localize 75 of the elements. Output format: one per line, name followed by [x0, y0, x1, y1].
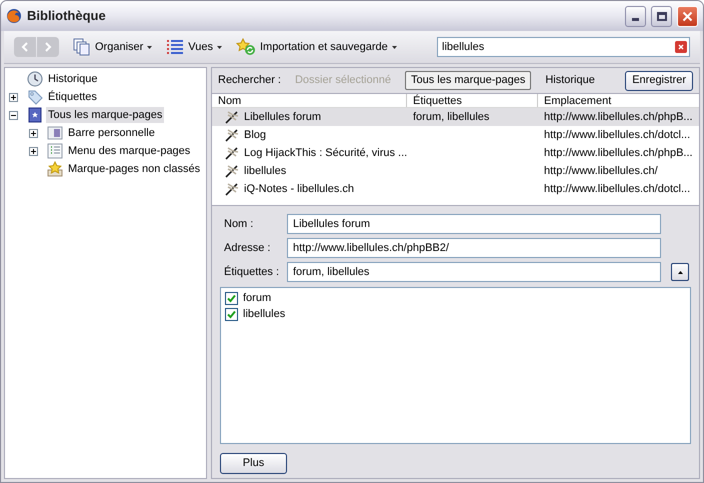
bookmark-book-icon: [27, 107, 43, 123]
table-cell: http://www.libellules.ch/phpB...: [544, 146, 693, 159]
clock-icon: [27, 71, 43, 87]
field-label: Étiquettes :: [223, 264, 280, 280]
input-field[interactable]: Libellules forum: [287, 214, 661, 234]
column-header[interactable]: Étiquettes: [407, 94, 538, 107]
pages-icon: [73, 38, 91, 56]
tree-item[interactable]: Historique: [46, 70, 100, 88]
dragonfly-icon: [224, 127, 240, 143]
expand-toggle[interactable]: [28, 146, 38, 156]
more-button[interactable]: Plus: [220, 452, 287, 474]
input-field[interactable]: http://www.libellules.ch/phpBB2/: [287, 238, 661, 258]
up-arrow-icon: [678, 270, 682, 274]
table-cell: http://www.libellules.ch/: [544, 164, 658, 177]
tag-icon: [27, 89, 43, 105]
column-header[interactable]: Emplacement: [538, 94, 699, 107]
tag-label: forum: [243, 290, 272, 306]
toolbar-menu-button[interactable]: Vues: [188, 38, 222, 56]
checkbox[interactable]: [225, 308, 238, 320]
collapse-tags-button[interactable]: [671, 263, 689, 281]
collapse-toggle[interactable]: [8, 110, 18, 120]
table-cell: forum, libellules: [413, 110, 490, 123]
clear-search-button[interactable]: [675, 41, 687, 53]
toolbar-menu-button[interactable]: Organiser: [95, 38, 152, 56]
dropdown-arrow-icon: [147, 46, 152, 48]
list-view-icon: [166, 39, 184, 55]
tree-item[interactable]: Tous les marque-pages: [46, 106, 164, 124]
dragonfly-icon: [224, 181, 240, 197]
tree-item[interactable]: Barre personnelle: [66, 124, 157, 142]
toolbar-folder-icon: [47, 125, 63, 141]
tree-item[interactable]: Marque-pages non classés: [66, 160, 202, 178]
tag-label: libellules: [243, 306, 286, 322]
tree-item[interactable]: Étiquettes: [46, 88, 99, 106]
scope-option[interactable]: Historique: [539, 71, 601, 90]
table-row[interactable]: libellules http://www.libellules.ch/: [212, 162, 699, 180]
browser-logo-icon: [6, 8, 22, 24]
table-cell-text: Log HijackThis : Sécurité, virus ...: [244, 146, 408, 161]
table-cell-text: iQ-Notes - libellules.ch: [244, 182, 354, 197]
star-tray-icon: [47, 161, 63, 177]
table-row[interactable]: Libellules forum forum, libellules http://www.libellules.ch/phpB...: [212, 108, 699, 126]
close-icon: [682, 10, 693, 22]
field-label: Adresse :: [223, 240, 272, 256]
minimize-button[interactable]: [625, 6, 646, 26]
table-row[interactable]: iQ-Notes - libellules.ch http://www.libellules.ch/dotcl...: [212, 180, 699, 198]
dropdown-arrow-icon: [392, 46, 397, 48]
expand-toggle[interactable]: [8, 92, 18, 102]
search-scope-label: Rechercher :: [218, 73, 281, 88]
list-folder-icon: [47, 143, 63, 159]
close-button[interactable]: [677, 6, 698, 26]
dropdown-arrow-icon: [216, 46, 222, 48]
window-title: Bibliothèque: [27, 7, 106, 26]
table-row[interactable]: Blog http://www.libellules.ch/dotcl...: [212, 126, 699, 144]
toolbar-menu-button[interactable]: Importation et sauvegarde: [260, 38, 397, 56]
table-row[interactable]: Log HijackThis : Sécurité, virus ... http://www.libellules.ch/phpB...: [212, 144, 699, 162]
checkbox[interactable]: [225, 292, 238, 304]
column-header[interactable]: Nom: [212, 94, 407, 107]
input-field[interactable]: forum, libellules: [287, 262, 661, 282]
expand-toggle[interactable]: [28, 128, 38, 138]
dragonfly-icon: [224, 109, 240, 125]
dragonfly-icon: [224, 163, 240, 179]
tree-item[interactable]: Menu des marque-pages: [66, 142, 192, 160]
table-cell-text: Blog: [244, 128, 266, 143]
save-search-button[interactable]: Enregistrer: [625, 70, 693, 90]
field-label: Nom :: [223, 216, 254, 232]
table-cell: http://www.libellules.ch/phpB...: [544, 110, 693, 123]
dragonfly-icon: [224, 145, 240, 161]
scope-option[interactable]: Tous les marque-pages: [404, 71, 532, 90]
table-cell: http://www.libellules.ch/dotcl...: [544, 128, 690, 141]
table-cell: http://www.libellules.ch/dotcl...: [544, 182, 690, 195]
table-cell-text: Libellules forum: [244, 110, 322, 125]
star-refresh-icon: [236, 38, 256, 56]
search-field[interactable]: libellules: [437, 37, 690, 57]
maximize-button[interactable]: [651, 6, 672, 26]
close-icon: [678, 44, 684, 50]
table-cell-text: libellules: [244, 164, 286, 179]
